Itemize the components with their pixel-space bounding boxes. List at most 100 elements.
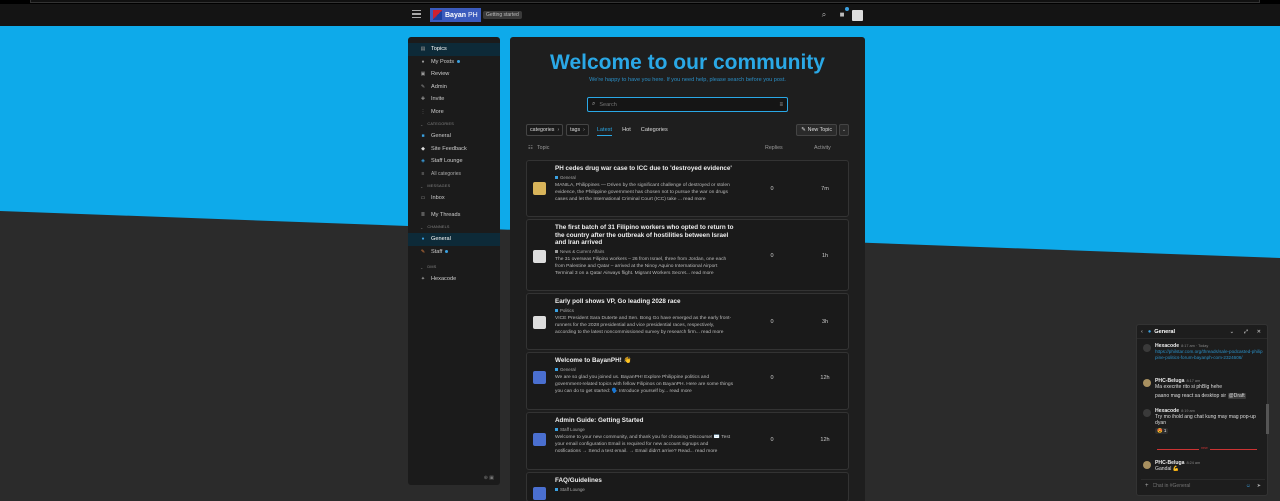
topic-excerpt: MANILA, Philippines — Driven by the sign… [555,182,730,202]
tags-dropdown[interactable]: tags › [566,124,589,136]
chat-icon[interactable]: ■ [837,7,849,20]
topic-title[interactable]: PH cedes drug war case to ICC due to 'de… [555,165,735,173]
message-text: paano mag react sa desktop sir [1155,393,1227,400]
collapse-icon[interactable]: ⌄ [1230,329,1234,335]
sidebar-item-inbox[interactable]: ▭ Inbox [408,192,500,205]
expand-icon[interactable]: ⤢ [1244,329,1248,335]
chat-header: ‹ ● General ⌄ ⤢ ✕ [1137,325,1267,339]
sidebar-item-my-threads[interactable]: ≣ My Threads [408,209,500,222]
topic-activity[interactable]: 7m [817,186,833,192]
search-input[interactable] [599,101,780,108]
invite-icon: ✚ [420,96,426,103]
column-replies[interactable]: Replies [765,145,783,151]
chat-message[interactable]: PHC-Beluga 8:17 am Ma execrite rito si ph… [1143,378,1263,400]
getting-started-badge[interactable]: Getting started [483,11,522,19]
filter-icon[interactable]: ≡ [779,102,783,108]
sidebar-item-topics[interactable]: ▤ Topics [408,43,500,56]
sidebar-item-label: Hexacode [431,276,457,283]
topic-row[interactable]: PH cedes drug war case to ICC due to 'de… [526,160,849,217]
sidebar-section-categories[interactable]: ⌄ CATEGORIES [408,118,500,130]
hamburger-menu-icon[interactable] [412,10,421,19]
site-header: Bayan PH Getting started ⌕ ■ [0,4,1280,26]
sidebar-section-dms[interactable]: ⌄ DMS [408,261,500,273]
sidebar-item-all-categories[interactable]: ≡ All categories [408,168,500,181]
site-logo[interactable]: Bayan PH [430,8,481,22]
topic-row[interactable]: Welcome to BayanPH! 👋 General We are so … [526,352,849,410]
message-time: 8:19 am [1181,409,1195,413]
user-icon: ● [421,58,425,65]
topic-category[interactable]: General [555,175,735,180]
topic-title[interactable]: Admin Guide: Getting Started [555,417,735,425]
scrollbar[interactable] [1266,404,1269,434]
chat-message[interactable]: Hexacode 8:19 am Try mo ihold ang chat ku… [1143,408,1263,435]
sidebar-item-channel-staff[interactable]: ✎ Staff [408,246,500,259]
chat-message[interactable]: Hexacode 8:17 am · Today https://philstar… [1143,343,1263,361]
user-avatar[interactable] [852,10,863,21]
topic-category[interactable]: Politics [555,308,735,313]
sidebar-item-label: More [431,108,444,115]
chat-channel-name[interactable]: General [1154,329,1175,335]
topic-activity[interactable]: 12h [817,437,833,443]
categories-dropdown[interactable]: categories › [526,124,564,136]
topic-category[interactable]: Staff Lounge [555,487,735,492]
topic-title[interactable]: The first batch of 31 Filipino workers w… [555,224,735,247]
topic-title[interactable]: Welcome to BayanPH! 👋 [555,357,735,365]
sidebar-item-admin[interactable]: ✎ Admin [408,81,500,94]
tab-latest[interactable]: Latest [596,124,613,136]
more-icon: ⋮ [420,108,426,115]
sidebar-section-messages[interactable]: ⌄ MESSAGES [408,180,500,192]
chevron-left-icon[interactable]: ‹ [1141,329,1143,335]
plus-icon[interactable]: + [1145,483,1149,489]
topic-title[interactable]: FAQ/Guidelines [555,477,735,485]
topic-category[interactable]: News & Current Affairs [555,249,735,254]
sidebar-footer-icons[interactable]: ⊕ ▣ [484,475,494,481]
topics-icon: ▤ [420,46,426,53]
sidebar-item-my-posts[interactable]: ● My Posts [408,56,500,69]
topic-row[interactable]: FAQ/Guidelines Staff Lounge [526,472,849,501]
sidebar-item-staff-lounge[interactable]: ◈ Staff Lounge [408,155,500,168]
reaction-badge[interactable]: 😍 1 [1155,428,1169,435]
topic-activity[interactable]: 1h [817,253,833,259]
topic-excerpt: VICE President Sara Duterte and Sen. Bon… [555,315,732,335]
tab-categories[interactable]: Categories [641,124,668,136]
avatar-icon: ✦ [420,276,426,283]
column-activity[interactable]: Activity [814,145,831,151]
emoji-icon[interactable]: ☺ [1246,483,1251,489]
sidebar-item-label: Site Feedback [431,145,467,152]
search-icon[interactable]: ⌕ [819,10,829,20]
sidebar-item-dm-hexacode[interactable]: ✦ Hexacode [408,273,500,286]
unread-dot [457,60,461,64]
send-icon[interactable]: ➤ [1257,483,1261,489]
topic-category[interactable]: Staff Lounge [555,427,735,432]
topic-excerpt: Welcome to your new community, and thank… [555,434,731,454]
sidebar-item-review[interactable]: ▣ Review [408,68,500,81]
tab-hot[interactable]: Hot [622,124,631,136]
topic-category[interactable]: General [555,367,735,372]
message-link[interactable]: https://philstar.com.org/threads/sale-po… [1155,349,1263,361]
sidebar-item-label: Invite [431,96,445,103]
sidebar-item-more[interactable]: ⋮ More [408,106,500,119]
column-topic[interactable]: Topic [537,145,549,151]
topic-activity[interactable]: 12h [817,375,833,381]
sidebar-section-channels[interactable]: ⌄ CHANNELS [408,221,500,233]
sidebar-item-site-feedback[interactable]: ◆ Site Feedback [408,143,500,156]
topic-title[interactable]: Early poll shows VP, Go leading 2028 rac… [555,298,735,306]
topic-excerpt: The 31 overseas Filipino workers – 26 fr… [555,256,727,276]
welcome-title: Welcome to our community [550,51,825,74]
chat-message[interactable]: PHC-Beluga 8:24 am Gandal 💪 [1143,460,1263,472]
sidebar-item-invite[interactable]: ✚ Invite [408,93,500,106]
new-topic-button[interactable]: ✎ New Topic [796,124,837,136]
list-icon[interactable]: ☷ [528,145,533,151]
new-topic-dropdown[interactable]: ⌄ [839,124,849,136]
topic-row[interactable]: Admin Guide: Getting Started Staff Loung… [526,412,849,470]
sidebar-item-general[interactable]: ■ General [408,130,500,143]
chat-input[interactable] [1152,482,1243,489]
topic-row[interactable]: The first batch of 31 Filipino workers w… [526,219,849,291]
mention[interactable]: @Draft [1227,393,1246,400]
search-box[interactable]: ⌕ ≡ [587,97,788,112]
topic-row[interactable]: Early poll shows VP, Go leading 2028 rac… [526,293,849,350]
message-text: Try mo ihold ang chat kung may mag pop-u… [1155,414,1256,427]
close-icon[interactable]: ✕ [1257,329,1261,335]
topic-activity[interactable]: 3h [817,319,833,325]
sidebar-item-channel-general[interactable]: ● General [408,233,500,246]
